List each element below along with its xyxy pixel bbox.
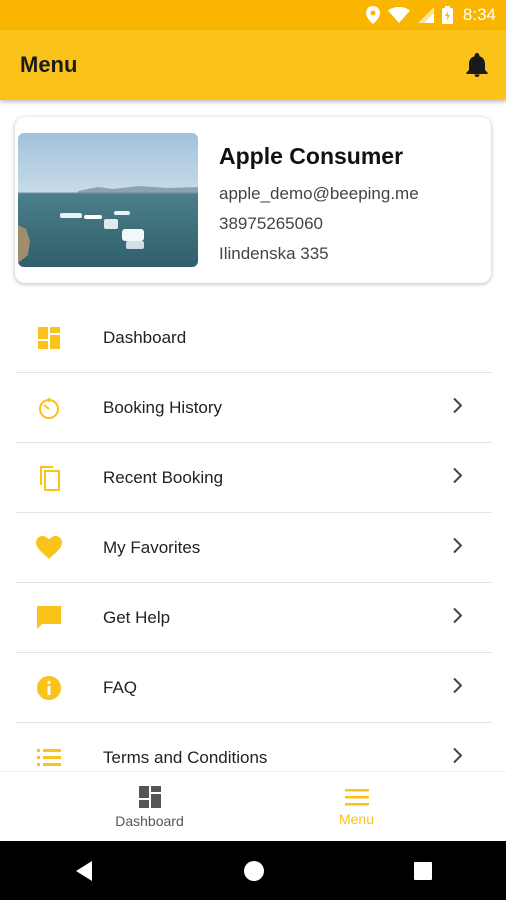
copy-icon bbox=[36, 465, 62, 491]
chevron-right-icon bbox=[452, 607, 463, 628]
nav-menu-button[interactable]: Menu bbox=[230, 772, 483, 842]
chevron-right-icon bbox=[452, 677, 463, 698]
recents-icon[interactable] bbox=[413, 861, 432, 880]
profile-name: Apple Consumer bbox=[219, 143, 404, 169]
bell-icon[interactable] bbox=[466, 53, 488, 77]
menu-list: Dashboard Booking History Recent Booking… bbox=[16, 303, 492, 793]
menu-item-label: Terms and Conditions bbox=[103, 747, 268, 767]
menu-item-faq[interactable]: FAQ bbox=[16, 653, 492, 723]
app-bar: Menu bbox=[0, 30, 506, 100]
battery-icon bbox=[441, 6, 453, 24]
menu-item-label: Get Help bbox=[103, 607, 171, 627]
profile-address: Ilindenska 335 bbox=[219, 244, 329, 263]
profile-phone: 38975265060 bbox=[219, 214, 324, 233]
list-icon bbox=[36, 745, 62, 771]
system-nav-bar bbox=[0, 841, 506, 900]
info-icon bbox=[36, 675, 62, 701]
chat-icon bbox=[36, 605, 62, 631]
menu-item-label: Booking History bbox=[103, 397, 223, 417]
heart-icon bbox=[36, 535, 62, 561]
menu-item-label: FAQ bbox=[103, 677, 138, 697]
nav-menu-label: Menu bbox=[338, 811, 375, 827]
wifi-icon bbox=[387, 7, 410, 23]
menu-item-label: My Favorites bbox=[103, 537, 201, 557]
menu-item-booking-history[interactable]: Booking History bbox=[16, 373, 492, 443]
menu-item-dashboard[interactable]: Dashboard bbox=[16, 303, 492, 373]
chevron-right-icon bbox=[452, 397, 463, 418]
profile-email: apple_demo@beeping.me bbox=[219, 184, 419, 203]
nav-dashboard-label: Dashboard bbox=[115, 813, 184, 829]
bottom-nav: Dashboard Menu bbox=[0, 771, 506, 842]
menu-item-label: Recent Booking bbox=[103, 467, 224, 487]
chevron-right-icon bbox=[452, 537, 463, 558]
profile-photo bbox=[18, 133, 198, 267]
dashboard-icon bbox=[138, 785, 162, 809]
menu-item-get-help[interactable]: Get Help bbox=[16, 583, 492, 653]
timer-icon bbox=[36, 395, 62, 421]
chevron-right-icon bbox=[452, 747, 463, 768]
menu-item-label: Dashboard bbox=[103, 327, 187, 347]
status-time: 8:34 bbox=[462, 5, 496, 24]
chevron-right-icon bbox=[452, 467, 463, 488]
dashboard-icon bbox=[36, 325, 62, 351]
hamburger-icon bbox=[344, 787, 369, 807]
home-icon[interactable] bbox=[243, 860, 265, 882]
menu-item-recent-booking[interactable]: Recent Booking bbox=[16, 443, 492, 513]
page-title: Menu bbox=[20, 52, 78, 77]
menu-item-my-favorites[interactable]: My Favorites bbox=[16, 513, 492, 583]
location-icon bbox=[365, 6, 380, 24]
status-bar: 8:34 bbox=[0, 0, 506, 30]
back-icon[interactable] bbox=[74, 860, 94, 882]
signal-icon bbox=[417, 7, 434, 23]
profile-card[interactable]: Apple Consumer apple_demo@beeping.me 389… bbox=[15, 117, 491, 283]
